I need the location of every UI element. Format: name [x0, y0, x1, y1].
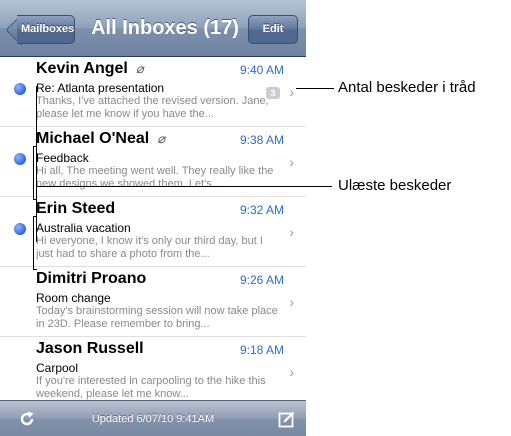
unread-callout-connector [36, 186, 37, 242]
message-row[interactable]: Dimitri Proano 9:26 AM Room change Today… [0, 267, 306, 337]
thread-count-callout-line [296, 88, 334, 89]
unread-dot-icon [14, 153, 26, 165]
message-sender: Michael O'Neal ⌀ [36, 130, 166, 147]
mailboxes-back-button[interactable]: Mailboxes [17, 15, 75, 44]
message-time: 9:32 AM [239, 203, 284, 217]
message-row[interactable]: Erin Steed 9:32 AM Australia vacation Hi… [0, 197, 306, 267]
chevron-right-icon: › [289, 154, 294, 170]
edit-button[interactable]: Edit [248, 15, 298, 44]
message-sender: Jason Russell [36, 340, 144, 357]
chevron-right-icon: › [289, 294, 294, 310]
message-preview: Hi everyone, I know it's only our third … [36, 235, 263, 260]
message-subject: Carpool [36, 361, 79, 375]
refresh-icon[interactable] [18, 410, 36, 428]
message-time: 9:38 AM [239, 133, 284, 147]
message-list: Kevin Angel ⌀ 9:40 AM Re: Atlanta present… [0, 57, 306, 400]
page-title: All Inboxes (17) [91, 17, 239, 39]
unread-dot-icon [14, 83, 26, 95]
mail-app: Mailboxes All Inboxes (17) Edit Kevin An… [0, 0, 306, 436]
message-subject: Re: Atlanta presentation [36, 81, 165, 95]
message-subject: Room change [36, 291, 111, 305]
message-subject: Australia vacation [36, 221, 131, 235]
unread-dot-icon [14, 223, 26, 235]
message-subject: Feedback [36, 151, 89, 165]
message-time: 9:26 AM [239, 273, 284, 287]
message-sender: Erin Steed [36, 200, 116, 217]
chevron-right-icon: › [289, 224, 294, 240]
message-preview: If you're interested in carpooling to th… [36, 375, 266, 400]
unread-callout-connector [36, 86, 37, 186]
message-sender: Kevin Angel ⌀ [36, 60, 144, 77]
message-preview: Today's brainstorming session will now t… [36, 305, 278, 330]
last-updated-status: Updated 6/07/10 9:41AM [91, 413, 215, 425]
message-row[interactable]: Jason Russell 9:18 AM Carpool If you're … [0, 337, 306, 400]
chevron-right-icon: › [289, 364, 294, 380]
message-preview: Hi all, The meeting went well. They real… [36, 165, 274, 190]
message-row[interactable]: Kevin Angel ⌀ 9:40 AM Re: Atlanta present… [0, 57, 306, 127]
unread-callout-line [36, 186, 332, 187]
paperclip-icon: ⌀ [157, 131, 166, 146]
bottom-toolbar: Updated 6/07/10 9:41AM [0, 400, 306, 436]
chevron-right-icon: › [289, 84, 294, 100]
compose-icon[interactable] [278, 410, 296, 428]
thread-count-badge: 3 [266, 87, 280, 99]
unread-callout-label: Ulæste beskeder [338, 177, 452, 194]
message-preview: Thanks, I've attached the revised versio… [36, 95, 269, 120]
thread-count-callout-label: Antal beskeder i tråd [338, 79, 476, 96]
navigation-bar: Mailboxes All Inboxes (17) Edit [0, 0, 306, 57]
message-sender: Dimitri Proano [36, 270, 147, 287]
paperclip-icon: ⌀ [135, 61, 144, 76]
message-time: 9:40 AM [239, 63, 284, 77]
message-time: 9:18 AM [239, 343, 284, 357]
